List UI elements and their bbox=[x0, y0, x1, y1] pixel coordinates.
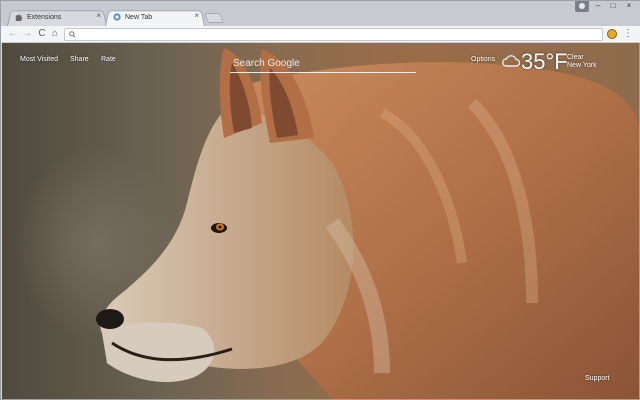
profile-icon[interactable] bbox=[575, 1, 589, 12]
close-tab-button[interactable]: × bbox=[194, 11, 199, 20]
forward-button[interactable]: → bbox=[21, 28, 33, 40]
wolf-background-image bbox=[96, 48, 639, 399]
toolbar: ← → C ⌂ ⋮ bbox=[1, 26, 640, 43]
tab-new-tab[interactable]: New Tab × bbox=[105, 9, 205, 26]
rate-link[interactable]: Rate bbox=[101, 56, 116, 63]
tab-extensions[interactable]: Extensions × bbox=[7, 9, 107, 26]
maximize-button[interactable]: □ bbox=[606, 1, 620, 12]
menu-icon[interactable]: ⋮ bbox=[623, 28, 633, 40]
new-tab-button[interactable] bbox=[204, 13, 224, 23]
new-tab-page: Most Visited Share Rate Options 35°F Cle… bbox=[2, 43, 639, 399]
location-label: New York bbox=[567, 62, 597, 69]
options-link[interactable]: Options bbox=[471, 56, 495, 63]
close-tab-button[interactable]: × bbox=[96, 11, 101, 20]
search-box[interactable] bbox=[230, 53, 416, 73]
support-link[interactable]: Support bbox=[585, 375, 610, 382]
temperature: 35°F bbox=[521, 49, 568, 74]
minimize-button[interactable]: – bbox=[591, 1, 605, 12]
share-link[interactable]: Share bbox=[70, 56, 89, 63]
extension-icon[interactable] bbox=[607, 29, 617, 39]
address-input[interactable] bbox=[79, 29, 579, 40]
browser-window: Extensions × New Tab × – □ × ← → C ⌂ ⋮ M… bbox=[0, 0, 640, 400]
close-window-button[interactable]: × bbox=[622, 1, 636, 12]
back-button[interactable]: ← bbox=[7, 28, 19, 40]
tab-label: Extensions bbox=[27, 14, 62, 21]
reload-button[interactable]: C bbox=[36, 28, 48, 40]
most-visited-link[interactable]: Most Visited bbox=[20, 56, 58, 63]
weather-condition: Clear New York bbox=[567, 54, 597, 70]
search-icon bbox=[69, 31, 76, 38]
omnibox[interactable] bbox=[64, 28, 603, 41]
chrome-icon bbox=[113, 13, 121, 21]
tab-label: New Tab bbox=[125, 14, 153, 21]
tab-strip: Extensions × New Tab × – □ × bbox=[1, 1, 640, 26]
search-input[interactable] bbox=[230, 54, 416, 73]
condition-label: Clear bbox=[567, 54, 584, 61]
home-button[interactable]: ⌂ bbox=[49, 28, 61, 40]
cloud-icon bbox=[502, 55, 520, 67]
puzzle-icon bbox=[15, 14, 23, 21]
